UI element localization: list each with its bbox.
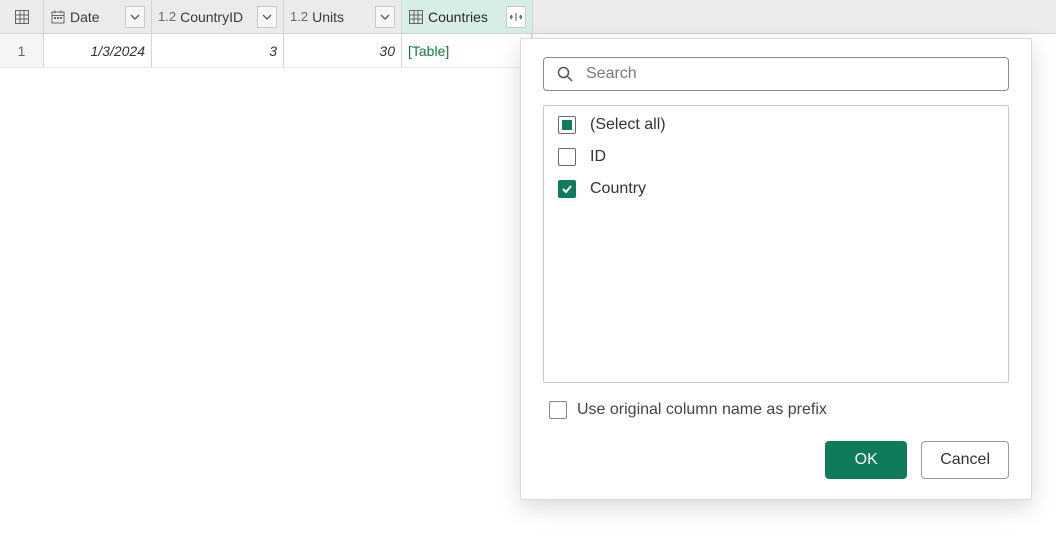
number-type-icon: 1.2 — [290, 9, 308, 24]
column-filter-dropdown[interactable] — [375, 6, 395, 28]
header-blank — [532, 0, 1056, 33]
column-label: CountryID — [180, 9, 253, 25]
checkbox-indeterminate-icon — [558, 116, 576, 134]
calendar-icon — [50, 9, 66, 25]
option-label: ID — [590, 148, 606, 166]
prefix-option[interactable]: Use original column name as prefix — [543, 401, 1009, 419]
option-select-all[interactable]: (Select all) — [558, 116, 994, 134]
number-type-icon: 1.2 — [158, 9, 176, 24]
column-header-countryid[interactable]: 1.2 CountryID — [152, 0, 284, 33]
option-id[interactable]: ID — [558, 148, 994, 166]
cell-units[interactable]: 30 — [284, 34, 402, 68]
cancel-button[interactable]: Cancel — [921, 441, 1009, 479]
option-country[interactable]: Country — [558, 180, 994, 198]
column-header-units[interactable]: 1.2 Units — [284, 0, 402, 33]
expand-column-popup: (Select all) ID Country Use original col… — [520, 38, 1032, 500]
column-select-list: (Select all) ID Country — [543, 105, 1009, 383]
search-field-wrapper[interactable] — [543, 57, 1009, 91]
search-input[interactable] — [584, 64, 996, 84]
prefix-label: Use original column name as prefix — [577, 401, 827, 419]
checkbox-checked-icon — [558, 180, 576, 198]
checkbox-unchecked-icon — [549, 401, 567, 419]
column-label: Units — [312, 9, 371, 25]
column-header-countries[interactable]: Countries — [402, 0, 532, 33]
option-label: Country — [590, 180, 646, 198]
option-label: (Select all) — [590, 116, 666, 134]
table-type-icon — [408, 9, 424, 25]
search-icon — [556, 65, 574, 83]
cell-countries[interactable]: [Table] — [402, 34, 532, 68]
column-filter-dropdown[interactable] — [257, 6, 277, 28]
row-index[interactable]: 1 — [0, 34, 44, 68]
header-row: Date 1.2 CountryID 1.2 Units — [0, 0, 1056, 34]
column-filter-dropdown[interactable] — [125, 6, 145, 28]
table-link[interactable]: [Table] — [408, 43, 449, 59]
row-header-corner[interactable] — [0, 0, 44, 33]
cell-countryid[interactable]: 3 — [152, 34, 284, 68]
cell-date[interactable]: 1/3/2024 — [44, 34, 152, 68]
dialog-buttons: OK Cancel — [543, 441, 1009, 479]
ok-button[interactable]: OK — [825, 441, 907, 479]
checkbox-unchecked-icon — [558, 148, 576, 166]
column-header-date[interactable]: Date — [44, 0, 152, 33]
expand-column-button[interactable] — [506, 6, 526, 28]
table-icon — [14, 9, 30, 25]
column-label: Countries — [428, 9, 502, 25]
column-label: Date — [70, 9, 121, 25]
